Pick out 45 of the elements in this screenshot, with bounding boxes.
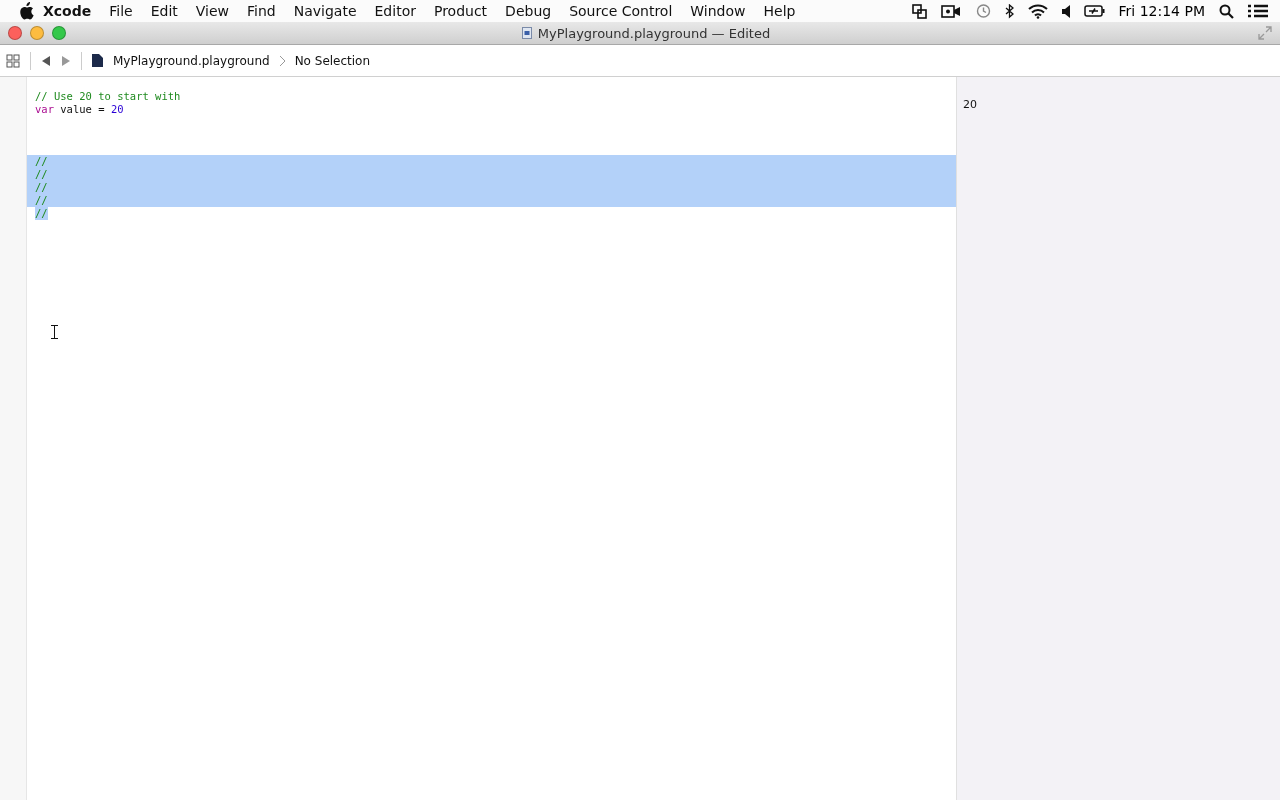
chevron-icon bbox=[279, 55, 285, 66]
menu-item[interactable]: Editor bbox=[365, 3, 425, 19]
code-token: // bbox=[35, 155, 48, 168]
menu-item[interactable]: View bbox=[186, 3, 239, 19]
code-token: // bbox=[35, 194, 48, 207]
search-icon[interactable] bbox=[1219, 3, 1234, 19]
battery-icon[interactable] bbox=[1083, 5, 1105, 17]
breadcrumb-file[interactable]: MyPlayground.playground bbox=[113, 53, 270, 68]
menu-item[interactable]: Find bbox=[238, 3, 285, 19]
list-icon[interactable] bbox=[1248, 4, 1268, 18]
zoom-button[interactable] bbox=[52, 26, 66, 40]
menu-bar-clock[interactable]: Fri 12:14 PM bbox=[1118, 3, 1205, 19]
close-button[interactable] bbox=[8, 26, 22, 40]
playground-file-icon bbox=[92, 54, 103, 67]
menu-item[interactable]: Debug bbox=[496, 3, 561, 19]
window-switch-icon[interactable] bbox=[911, 3, 927, 19]
result-value: 20 bbox=[963, 98, 978, 111]
apple-logo-icon[interactable] bbox=[18, 2, 34, 20]
code-token: value = bbox=[59, 103, 106, 116]
menu-item[interactable]: Source Control bbox=[560, 3, 682, 19]
document-icon bbox=[521, 27, 532, 39]
video-camera-icon[interactable] bbox=[940, 4, 961, 18]
menu-item[interactable]: Window bbox=[681, 3, 755, 19]
wifi-icon[interactable] bbox=[1027, 3, 1048, 19]
code-token: var bbox=[35, 103, 54, 116]
menu-item[interactable]: Navigate bbox=[284, 3, 366, 19]
code-token: // bbox=[35, 181, 48, 194]
bluetooth-icon[interactable] bbox=[1004, 3, 1014, 19]
clock-history-icon[interactable] bbox=[974, 3, 991, 19]
window-title: MyPlayground.playground — Edited bbox=[537, 25, 771, 41]
menu-item[interactable]: File bbox=[100, 3, 142, 19]
code-token: // bbox=[35, 207, 48, 220]
breadcrumb-selection[interactable]: No Selection bbox=[294, 53, 371, 68]
code-token: // bbox=[35, 168, 48, 181]
menu-item[interactable]: Help bbox=[754, 3, 805, 19]
speaker-icon[interactable] bbox=[1061, 4, 1070, 18]
code-token: // Use 20 to start with bbox=[35, 90, 181, 103]
text-cursor-icon bbox=[51, 325, 58, 339]
app-menu[interactable]: Xcode bbox=[34, 3, 101, 19]
back-arrow-icon[interactable] bbox=[41, 55, 51, 66]
grid-icon[interactable] bbox=[6, 53, 20, 68]
menu-item[interactable]: Edit bbox=[141, 3, 187, 19]
menu-item[interactable]: Product bbox=[424, 3, 497, 19]
code-token: 20 bbox=[110, 103, 124, 116]
forward-arrow-icon[interactable] bbox=[61, 55, 71, 66]
